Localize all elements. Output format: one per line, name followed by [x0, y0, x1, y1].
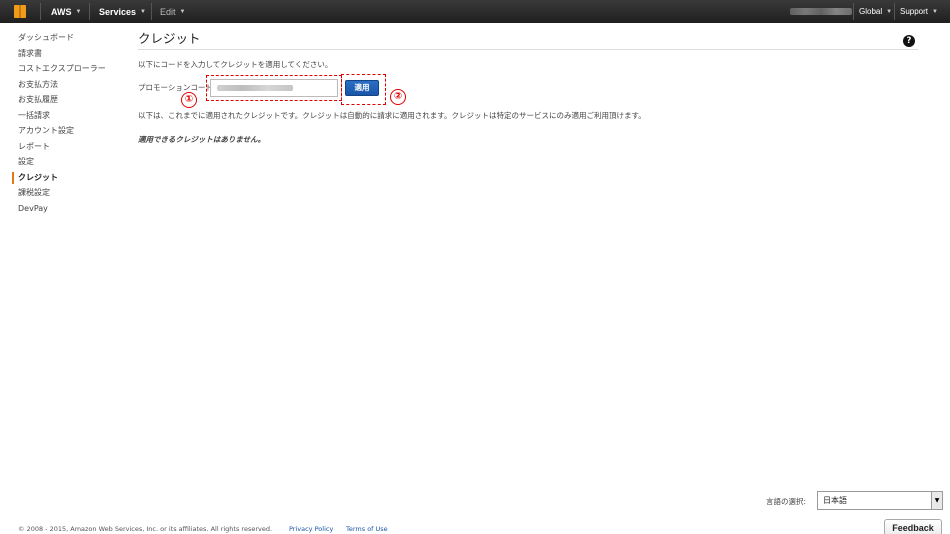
services-menu[interactable]: Services ▼ [99, 0, 146, 23]
sidebar-item-consolidated-billing[interactable]: 一括請求 [0, 108, 128, 124]
annotation-box-2 [341, 74, 386, 105]
nav-divider [151, 3, 152, 20]
credit-description: 以下は、これまでに適用されたクレジットです。クレジットは自動的に請求に適用されま… [138, 111, 646, 120]
nav-divider [853, 3, 854, 20]
sidebar-item-payment-methods[interactable]: お支払方法 [0, 77, 128, 93]
annotation-number-2: ② [390, 89, 406, 105]
support-menu[interactable]: Support ▼ [900, 0, 938, 23]
language-select[interactable]: 日本語 ▼ [817, 491, 943, 510]
chevron-down-icon[interactable]: ▼ [931, 492, 942, 509]
page-title: クレジット [138, 31, 201, 46]
sidebar-item-payment-history[interactable]: お支払履歴 [0, 92, 128, 108]
aws-menu[interactable]: AWS ▼ [51, 0, 81, 23]
nav-divider [894, 3, 895, 20]
sidebar-item-reports[interactable]: レポート [0, 139, 128, 155]
sidebar-item-dashboard[interactable]: ダッシュボード [0, 30, 128, 46]
support-menu-label: Support [900, 7, 929, 16]
sidebar-item-tax-settings[interactable]: 課税設定 [0, 185, 128, 201]
edit-menu[interactable]: Edit ▼ [160, 0, 185, 23]
edit-menu-label: Edit [160, 6, 176, 17]
annotation-number-1: ① [181, 92, 197, 108]
aws-menu-label: AWS [51, 6, 72, 17]
annotation-box-1 [206, 75, 342, 101]
account-name-redacted[interactable] [790, 8, 852, 15]
copyright-text: © 2008 - 2015, Amazon Web Services, Inc.… [18, 525, 273, 533]
region-menu[interactable]: Global ▼ [859, 0, 892, 23]
chevron-down-icon: ▼ [75, 8, 82, 15]
sidebar-item-account-settings[interactable]: アカウント設定 [0, 123, 128, 139]
language-select-value: 日本語 [823, 496, 847, 505]
sidebar-item-cost-explorer[interactable]: コストエクスプローラー [0, 61, 128, 77]
credit-instruction: 以下にコードを入力してクレジットを適用してください。 [138, 60, 333, 69]
sidebar-item-bills[interactable]: 請求書 [0, 46, 128, 62]
sidebar-item-preferences[interactable]: 設定 [0, 154, 128, 170]
sidebar: ダッシュボード 請求書 コストエクスプローラー お支払方法 お支払履歴 一括請求… [0, 30, 128, 216]
promo-code-label: プロモーションコード [138, 83, 213, 92]
help-icon[interactable]: ? [903, 35, 915, 47]
region-menu-label: Global [859, 7, 883, 16]
top-navigation-bar: AWS ▼ Services ▼ Edit ▼ Global ▼ Support ▼ [0, 0, 950, 23]
nav-divider [89, 3, 90, 20]
nav-divider [40, 3, 41, 20]
chevron-down-icon: ▼ [886, 8, 893, 15]
title-divider [138, 49, 918, 50]
main-content: クレジット [138, 30, 918, 50]
privacy-policy-link[interactable]: Privacy Policy [289, 525, 333, 533]
language-label: 言語の選択: [766, 497, 807, 506]
sidebar-item-credits[interactable]: クレジット [0, 170, 128, 186]
sidebar-item-devpay[interactable]: DevPay [0, 201, 128, 217]
chevron-down-icon: ▼ [140, 8, 146, 15]
terms-of-use-link[interactable]: Terms of Use [346, 525, 388, 533]
services-menu-label: Services [99, 6, 137, 17]
no-credits-message: 適用できるクレジットはありません。 [138, 135, 266, 144]
chevron-down-icon: ▼ [932, 8, 938, 15]
aws-cube-icon[interactable] [0, 0, 40, 23]
chevron-down-icon: ▼ [179, 8, 186, 15]
feedback-button[interactable]: Feedback [884, 519, 942, 534]
